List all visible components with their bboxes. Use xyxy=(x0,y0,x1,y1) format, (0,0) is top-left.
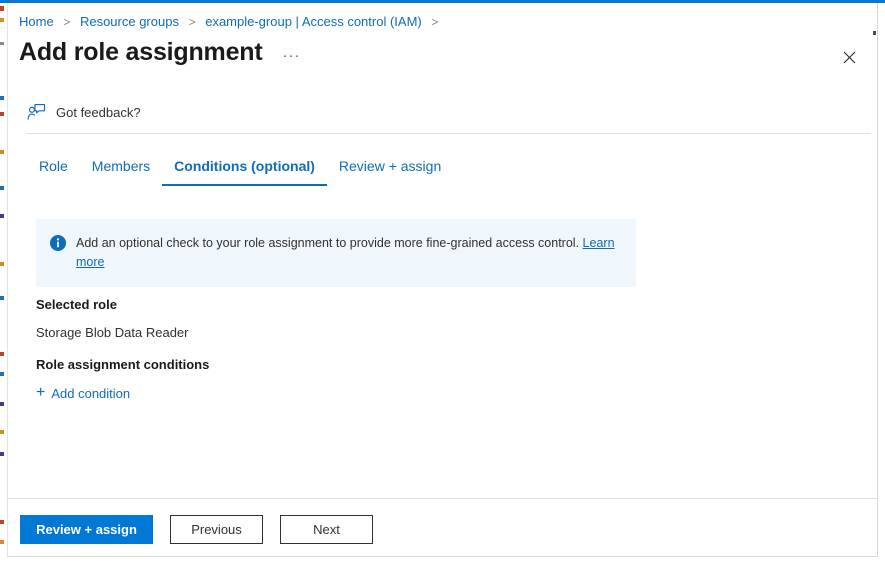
breadcrumb-separator: > xyxy=(63,15,71,29)
selected-role-label: Selected role xyxy=(36,297,117,312)
selected-role-value: Storage Blob Data Reader xyxy=(36,325,189,340)
feedback-divider xyxy=(27,133,871,134)
got-feedback-button[interactable]: Got feedback? xyxy=(27,103,141,122)
page-title: Add role assignment xyxy=(19,38,263,66)
info-icon-wrap xyxy=(50,235,66,256)
tab-members[interactable]: Members xyxy=(80,158,162,186)
got-feedback-label: Got feedback? xyxy=(56,105,141,120)
footer-actions: Review + assign Previous Next xyxy=(20,515,373,544)
breadcrumb: Home > Resource groups > example-group |… xyxy=(19,13,444,31)
review-assign-button[interactable]: Review + assign xyxy=(20,515,153,544)
scrollbar-thumb[interactable] xyxy=(873,31,876,35)
info-icon xyxy=(50,235,66,251)
breadcrumb-separator: > xyxy=(188,15,196,29)
add-role-assignment-blade: Home > Resource groups > example-group |… xyxy=(7,3,878,557)
feedback-person-icon xyxy=(27,103,46,120)
add-condition-label: Add condition xyxy=(51,385,131,401)
breadcrumb-separator: > xyxy=(431,15,439,29)
add-condition-button[interactable]: + Add condition xyxy=(36,385,130,401)
tab-role[interactable]: Role xyxy=(27,158,80,186)
close-button[interactable] xyxy=(835,43,863,71)
wizard-tabs: Role Members Conditions (optional) Revie… xyxy=(27,158,453,186)
close-icon xyxy=(843,51,855,63)
plus-icon: + xyxy=(36,384,46,401)
tab-review-assign[interactable]: Review + assign xyxy=(327,158,453,186)
info-banner-text: Add an optional check to your role assig… xyxy=(76,234,621,272)
title-row: Add role assignment ··· xyxy=(19,35,300,73)
breadcrumb-item-resource-groups[interactable]: Resource groups xyxy=(80,14,179,29)
more-options-icon[interactable]: ··· xyxy=(282,39,300,73)
footer-divider xyxy=(8,498,877,499)
previous-button[interactable]: Previous xyxy=(170,515,263,544)
breadcrumb-item-home[interactable]: Home xyxy=(19,14,54,29)
info-banner-message: Add an optional check to your role assig… xyxy=(76,236,580,250)
next-button[interactable]: Next xyxy=(280,515,373,544)
info-banner: Add an optional check to your role assig… xyxy=(36,219,636,287)
breadcrumb-item-example-group[interactable]: example-group | Access control (IAM) xyxy=(205,14,422,29)
tab-conditions[interactable]: Conditions (optional) xyxy=(162,158,327,186)
role-assignment-conditions-label: Role assignment conditions xyxy=(36,357,210,372)
